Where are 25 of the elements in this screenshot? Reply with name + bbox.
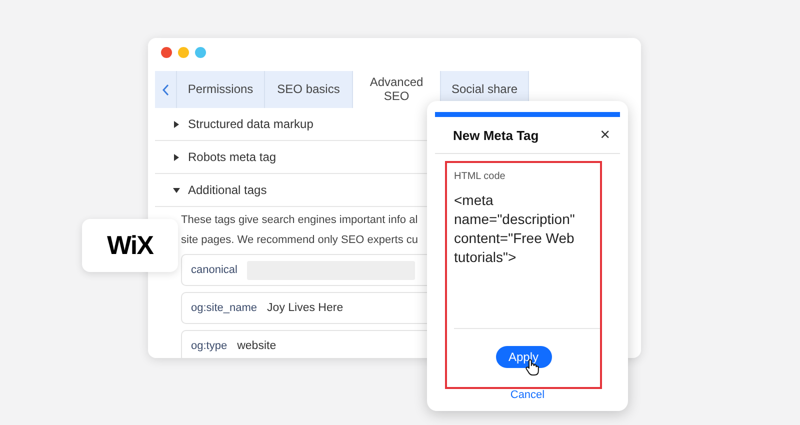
tag-value: website	[237, 340, 276, 352]
tag-name: og:type	[191, 340, 228, 352]
apply-button[interactable]: Apply	[496, 346, 552, 368]
cancel-link[interactable]: Cancel	[510, 389, 545, 401]
field-label: HTML code	[454, 171, 506, 182]
back-button[interactable]	[155, 71, 177, 108]
tag-field[interactable]: canonical	[181, 254, 427, 286]
logo: WiX	[107, 230, 153, 261]
tab[interactable]: SEO basics	[265, 71, 353, 108]
tab[interactable]: Permissions	[177, 71, 265, 108]
section-header[interactable]: Structured data markup	[188, 117, 314, 131]
description-text: These tags give search engines important info al site pages. We recommend only SEO experts cu	[181, 213, 420, 248]
zoom-dot[interactable]	[195, 47, 206, 58]
code-field[interactable]: <meta name="description" content="Free Web tutorials">	[454, 191, 600, 329]
tag-name: canonical	[191, 264, 238, 276]
close-dot[interactable]	[161, 47, 172, 58]
section-header[interactable]: Robots meta tag	[188, 150, 276, 164]
tag-value: Joy Lives Here	[267, 302, 344, 314]
tag-name: og:site_name	[191, 302, 258, 314]
dialog-title: New Meta Tag	[453, 128, 539, 142]
close-button[interactable]: ×	[596, 125, 614, 145]
tag-field[interactable]: og:site_name Joy Lives Here	[181, 292, 427, 324]
chevron-left-icon	[162, 84, 170, 96]
minimize-dot[interactable]	[178, 47, 189, 58]
section-header[interactable]: Additional tags	[188, 183, 267, 197]
